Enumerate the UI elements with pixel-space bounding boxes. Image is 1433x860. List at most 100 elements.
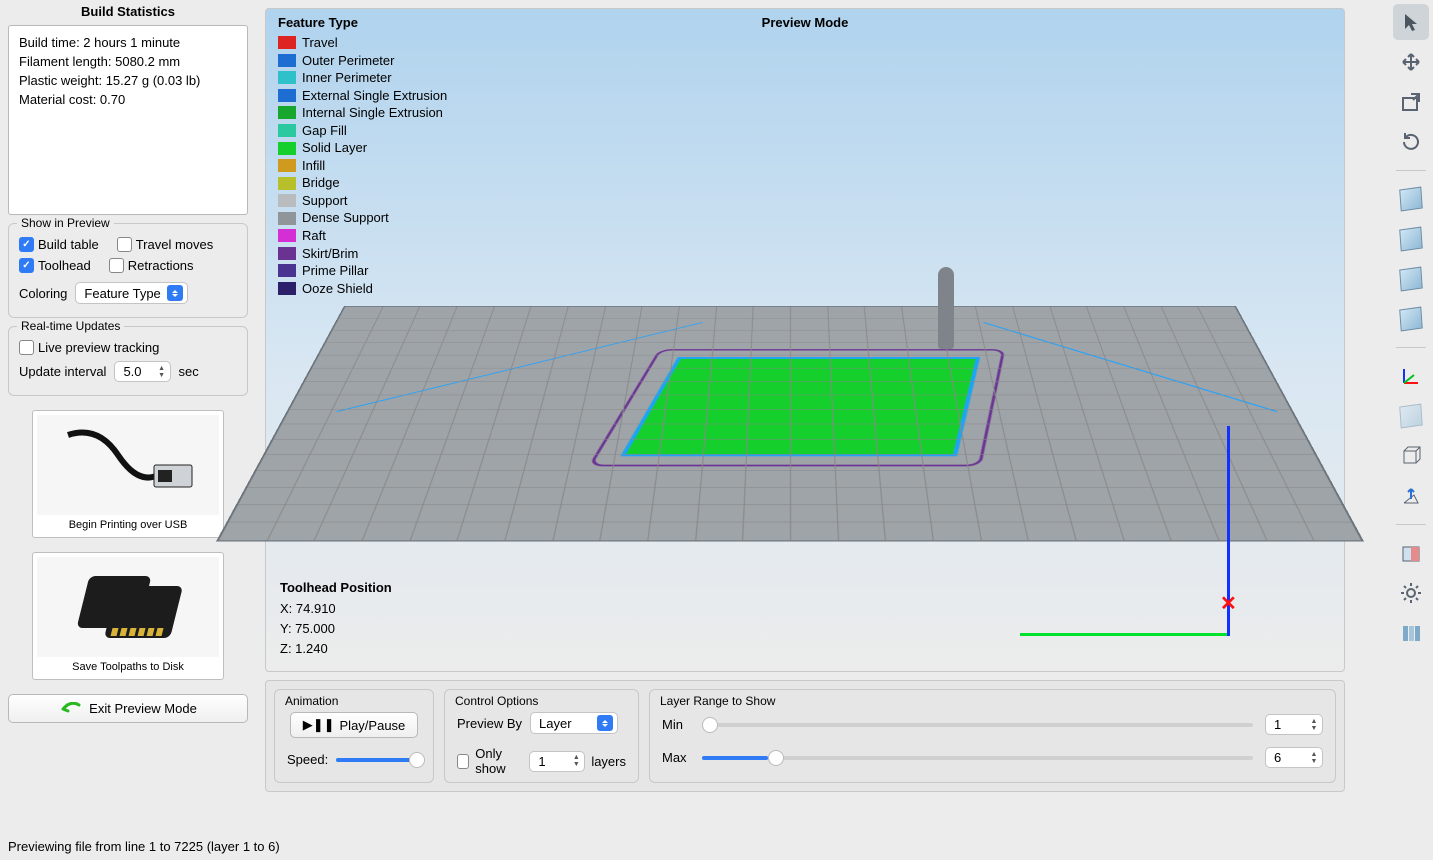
play-pause-button[interactable]: ▶❚❚ Play/Pause (290, 712, 419, 738)
legend-swatch (278, 106, 296, 119)
axes-icon (1400, 365, 1422, 387)
pointer-tool-button[interactable] (1393, 4, 1429, 40)
preview-by-select[interactable]: Layer (530, 712, 618, 734)
view-iso2-button[interactable] (1393, 221, 1429, 257)
legend-row: Travel (278, 34, 447, 52)
checkbox-build-table[interactable]: Build table (19, 237, 99, 252)
legend-text: Prime Pillar (302, 262, 368, 280)
update-interval-unit: sec (179, 364, 199, 379)
legend-swatch (278, 142, 296, 155)
build-stats-title: Build Statistics (8, 0, 248, 25)
speed-label: Speed: (287, 752, 328, 767)
pointer-icon (1401, 12, 1421, 32)
sd-card-icon (37, 557, 219, 657)
status-bar: Previewing file from line 1 to 7225 (lay… (0, 833, 1433, 860)
coloring-select[interactable]: Feature Type (75, 282, 187, 304)
legend-text: Raft (302, 227, 326, 245)
realtime-title: Real-time Updates (17, 319, 124, 333)
build-plate (219, 307, 1361, 541)
cube-faded-icon (1399, 404, 1423, 429)
legend-row: Infill (278, 157, 447, 175)
reset-tool-button[interactable] (1393, 124, 1429, 160)
max-label: Max (662, 750, 690, 765)
compare-button[interactable] (1393, 615, 1429, 651)
section-button[interactable] (1393, 535, 1429, 571)
legend-text: Infill (302, 157, 325, 175)
usb-print-card[interactable]: Begin Printing over USB (32, 410, 224, 538)
legend-row: Raft (278, 227, 447, 245)
pos-y: Y: 75.000 (280, 619, 392, 639)
stat-cost: Material cost: 0.70 (19, 91, 237, 110)
usb-cable-icon (37, 415, 219, 515)
right-toolbar (1389, 4, 1433, 651)
legend-swatch (278, 229, 296, 242)
normal-icon (1400, 485, 1422, 507)
preview-viewport[interactable]: Preview Mode Feature Type TravelOuter Pe… (265, 8, 1345, 672)
legend-text: Inner Perimeter (302, 69, 392, 87)
legend-swatch (278, 177, 296, 190)
legend-row: Ooze Shield (278, 280, 447, 298)
min-input[interactable]: 1 ▲▼ (1265, 714, 1323, 735)
preview-by-label: Preview By (457, 716, 522, 731)
cube-icon (1399, 227, 1423, 252)
max-input[interactable]: 6 ▲▼ (1265, 747, 1323, 768)
legend-row: Internal Single Extrusion (278, 104, 447, 122)
stepper-icon: ▲▼ (1308, 751, 1320, 765)
view-iso4-button[interactable] (1393, 301, 1429, 337)
coloring-label: Coloring (19, 286, 67, 301)
columns-icon (1400, 622, 1422, 644)
checkbox-only-show[interactable] (457, 754, 469, 769)
pan-tool-button[interactable] (1393, 44, 1429, 80)
max-slider[interactable] (702, 756, 1253, 760)
play-pause-icon: ▶❚❚ (303, 717, 335, 733)
legend-swatch (278, 159, 296, 172)
wireframe-button[interactable] (1393, 438, 1429, 474)
settings-button[interactable] (1393, 575, 1429, 611)
only-show-input[interactable]: 1 ▲▼ (529, 751, 585, 772)
show-in-preview-group: Show in Preview Build table Travel moves… (8, 223, 248, 318)
feature-legend: Feature Type TravelOuter PerimeterInner … (278, 15, 447, 297)
layer-range-group: Layer Range to Show Min 1 ▲▼ Max 6 ▲▼ (649, 689, 1336, 783)
legend-text: Dense Support (302, 209, 389, 227)
legend-row: Outer Perimeter (278, 52, 447, 70)
checkbox-retractions[interactable]: Retractions (109, 258, 194, 273)
gear-icon (1399, 581, 1423, 605)
legend-text: Ooze Shield (302, 280, 373, 298)
normals-button[interactable] (1393, 478, 1429, 514)
legend-swatch (278, 212, 296, 225)
legend-row: Prime Pillar (278, 262, 447, 280)
speed-slider[interactable] (336, 758, 421, 762)
legend-swatch (278, 89, 296, 102)
min-label: Min (662, 717, 690, 732)
stepper-icon: ▲▼ (1308, 718, 1320, 732)
exit-preview-button[interactable]: Exit Preview Mode (8, 694, 248, 723)
back-arrow-icon (59, 702, 81, 716)
checkbox-toolhead[interactable]: Toolhead (19, 258, 91, 273)
checkbox-live-preview[interactable]: Live preview tracking (19, 340, 237, 355)
solid-button[interactable] (1393, 398, 1429, 434)
wireframe-icon (1400, 445, 1422, 467)
checkbox-travel-moves[interactable]: Travel moves (117, 237, 214, 252)
stat-build-time: Build time: 2 hours 1 minute (19, 34, 237, 53)
legend-swatch (278, 282, 296, 295)
legend-text: Solid Layer (302, 139, 367, 157)
legend-text: Skirt/Brim (302, 245, 358, 263)
min-slider[interactable] (702, 723, 1253, 727)
sidebar: Build Statistics Build time: 2 hours 1 m… (8, 0, 248, 723)
save-disk-card[interactable]: Save Toolpaths to Disk (32, 552, 224, 680)
view-iso3-button[interactable] (1393, 261, 1429, 297)
legend-row: Inner Perimeter (278, 69, 447, 87)
update-interval-input[interactable]: 5.0 ▲▼ (114, 361, 170, 382)
legend-text: Support (302, 192, 348, 210)
legend-text: Internal Single Extrusion (302, 104, 443, 122)
update-interval-label: Update interval (19, 364, 106, 379)
stat-weight: Plastic weight: 15.27 g (0.03 lb) (19, 72, 237, 91)
toolhead-icon (938, 267, 954, 349)
model-solid-layer (620, 357, 979, 456)
legend-swatch (278, 71, 296, 84)
dropdown-icon (167, 285, 183, 301)
axes-button[interactable] (1393, 358, 1429, 394)
checkmark-icon (19, 258, 34, 273)
view-iso1-button[interactable] (1393, 181, 1429, 217)
fit-tool-button[interactable] (1393, 84, 1429, 120)
